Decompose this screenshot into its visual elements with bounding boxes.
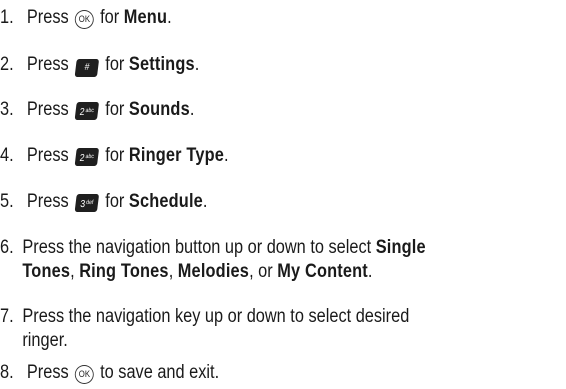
two-key-icon: 2abc xyxy=(74,102,100,120)
step-4: 4. Press 2abc for Ringer Type. xyxy=(0,144,482,168)
step-6-line-2: Tones, Ring Tones, Melodies, or My Conte… xyxy=(0,260,482,284)
sounds-label: Sounds xyxy=(128,99,190,120)
ok-key-icon: OK xyxy=(74,365,94,384)
punct: . xyxy=(167,7,172,28)
punct: . xyxy=(202,191,208,212)
pound-key-icon: # xyxy=(74,59,100,77)
melodies-label: Melodies xyxy=(177,261,250,282)
step-text: for xyxy=(105,145,125,166)
punct: . xyxy=(194,54,200,75)
step-number: 5. xyxy=(0,191,14,212)
step-text: for xyxy=(105,99,125,120)
my-content-label: My Content xyxy=(277,261,368,282)
ring-tones-label: Ring Tones xyxy=(79,261,169,282)
step-text: Press xyxy=(26,191,69,212)
key-letters: def xyxy=(85,200,94,206)
key-glyph: # xyxy=(83,62,91,73)
ok-key-icon: OK xyxy=(74,10,94,29)
step-number: 4. xyxy=(0,145,14,166)
step-number: 8. xyxy=(0,362,14,383)
step-text: Press xyxy=(26,362,69,383)
punct: . xyxy=(367,261,373,282)
step-text: Press xyxy=(26,54,69,75)
two-key-icon: 2abc xyxy=(74,148,100,166)
punct: . xyxy=(224,145,229,166)
step-2: 2. Press # for Settings. xyxy=(0,53,482,77)
step-number: 7. xyxy=(0,306,14,327)
step-8: 8. Press OK to save and exit. xyxy=(0,361,482,385)
step-text: Press the navigation key up or down to s… xyxy=(22,306,410,327)
step-number: 1. xyxy=(0,7,14,28)
step-number: 6. xyxy=(0,237,14,258)
step-1: 1. Press OK for Menu. xyxy=(0,6,482,30)
step-text: for xyxy=(100,7,120,28)
single-tones-label-cont: Tones xyxy=(22,261,71,282)
punct: , xyxy=(168,261,174,282)
step-text: Press xyxy=(26,99,69,120)
step-text: for xyxy=(105,54,125,75)
step-number: 2. xyxy=(0,54,14,75)
step-7-line-2: ringer. xyxy=(22,330,68,351)
key-letters: abc xyxy=(85,154,95,160)
step-text: Press xyxy=(26,7,69,28)
step-text: for xyxy=(105,191,125,212)
step-number: 3. xyxy=(0,99,14,120)
ringer-type-label: Ringer Type xyxy=(128,145,225,166)
single-tones-label: Single xyxy=(375,237,426,258)
key-letters: abc xyxy=(85,108,95,114)
step-text: to save and exit. xyxy=(100,362,220,383)
instruction-list: 1. Press OK for Menu. 2. Press # for Set… xyxy=(0,0,566,389)
settings-label: Settings xyxy=(128,54,195,75)
step-7: 7. Press the navigation key up or down to… xyxy=(0,305,482,353)
step-text: Press the navigation button up or down t… xyxy=(22,237,372,258)
step-text: Press xyxy=(26,145,69,166)
punct: , or xyxy=(249,261,273,282)
three-key-icon: 3def xyxy=(74,194,100,212)
step-6: 6. Press the navigation button up or down… xyxy=(0,236,482,284)
step-3: 3. Press 2abc for Sounds. xyxy=(0,98,482,122)
punct: . xyxy=(189,99,195,120)
menu-label: Menu xyxy=(123,7,168,28)
punct: , xyxy=(70,261,75,282)
step-5: 5. Press 3def for Schedule. xyxy=(0,190,482,214)
schedule-label: Schedule xyxy=(128,191,203,212)
